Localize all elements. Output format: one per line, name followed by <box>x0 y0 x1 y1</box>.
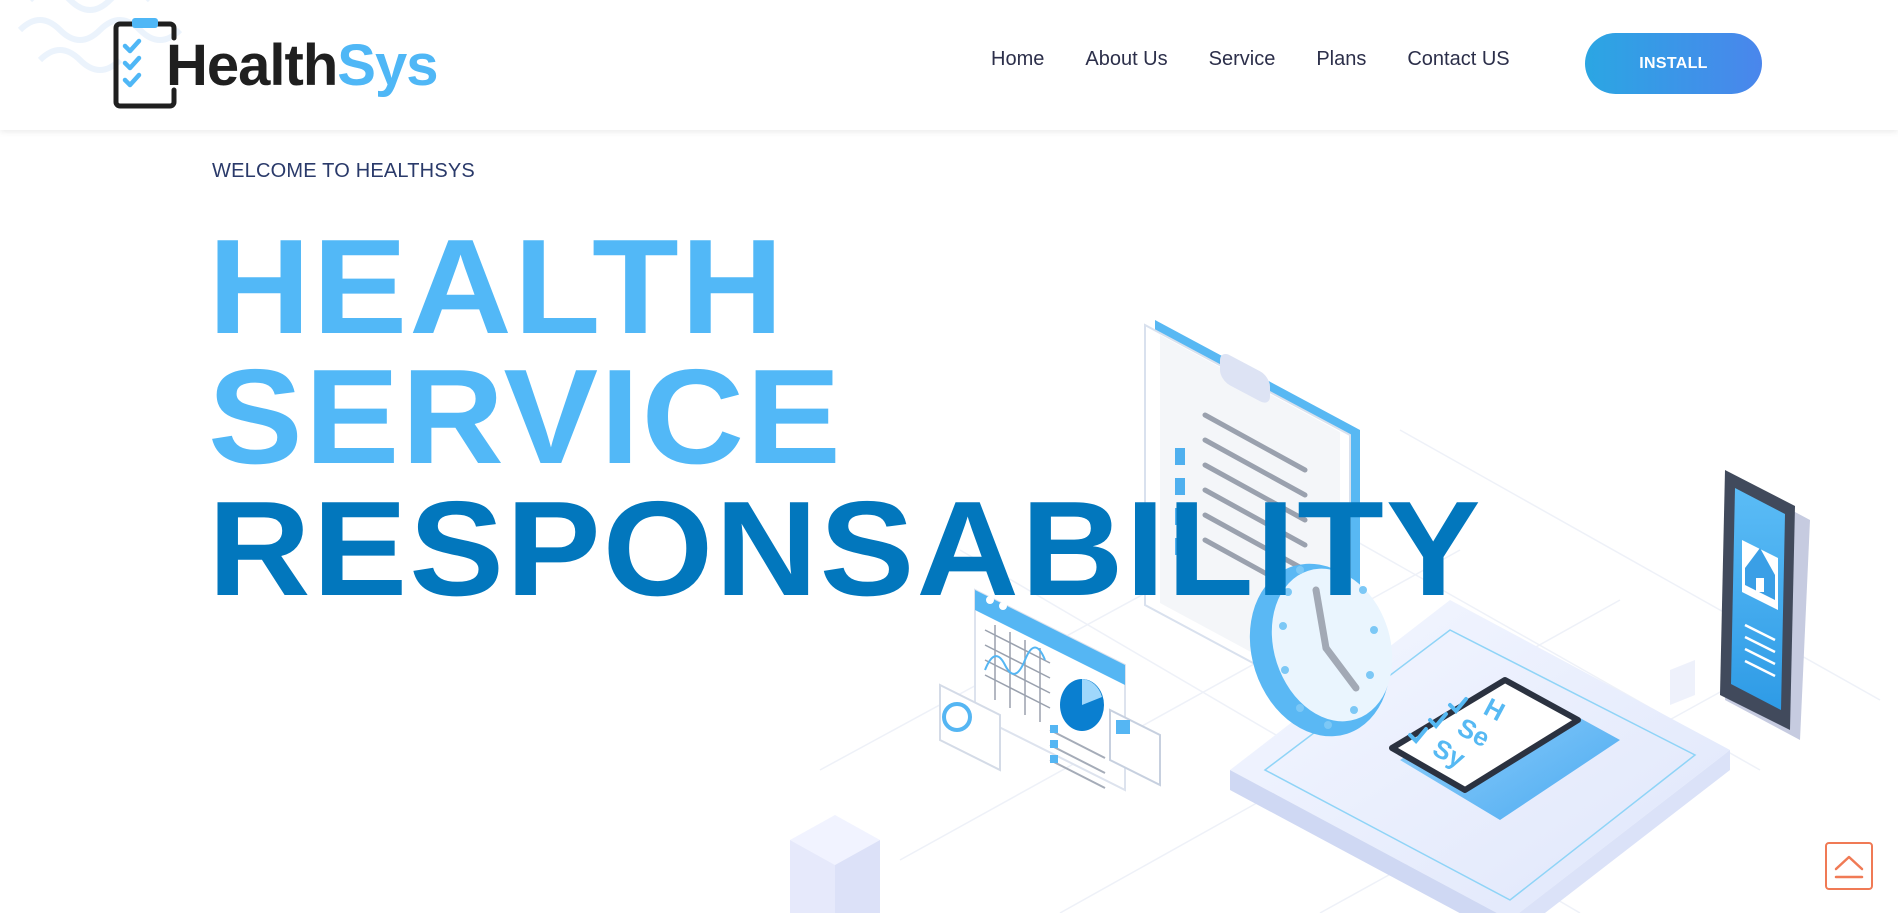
nav-about-us[interactable]: About Us <box>1085 46 1167 72</box>
nav-home[interactable]: Home <box>991 46 1044 72</box>
welcome-text: WELCOME TO HEALTHSYS <box>212 160 475 182</box>
install-button[interactable]: INSTALL <box>1585 33 1762 94</box>
chevron-up-icon <box>1834 855 1864 879</box>
brand-name-health: Health <box>166 33 338 98</box>
hero-title-line-1: HEALTH <box>208 211 786 363</box>
nav-service[interactable]: Service <box>1209 46 1276 72</box>
nav-contact-us[interactable]: Contact US <box>1407 46 1509 72</box>
brand-logo[interactable]: HealthSys <box>112 18 452 110</box>
brand-name-sys: Sys <box>337 33 438 98</box>
decorative-cube <box>790 815 880 913</box>
smartphone-icon <box>1720 470 1810 740</box>
nav-plans[interactable]: Plans <box>1316 46 1366 72</box>
brand-name: HealthSys <box>166 37 438 95</box>
hero-title-line-2: SERVICE <box>208 341 843 493</box>
main-nav: Home About Us Service Plans Contact US <box>991 46 1510 72</box>
site-header: HealthSys Home About Us Service Plans Co… <box>0 0 1898 130</box>
decorative-post <box>1670 660 1695 705</box>
hero-title-line-3: RESPONSABILITY <box>208 473 1483 625</box>
scroll-to-top-button[interactable] <box>1825 842 1873 890</box>
